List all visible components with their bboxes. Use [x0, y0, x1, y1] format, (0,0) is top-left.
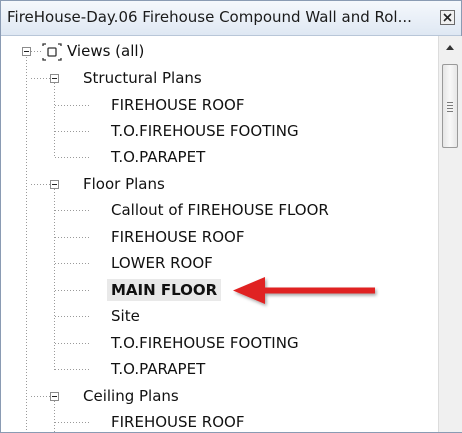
grip-line [447, 105, 453, 106]
close-button[interactable] [440, 10, 455, 25]
scroll-up-icon[interactable] [442, 40, 458, 56]
title-bar: FireHouse-Day.06 Firehouse Compound Wall… [1, 1, 461, 36]
project-browser-window: FireHouse-Day.06 Firehouse Compound Wall… [0, 0, 462, 433]
grip-line [447, 111, 453, 112]
grip-line [447, 108, 453, 109]
scrollbar-thumb[interactable] [442, 64, 458, 148]
vertical-scrollbar[interactable] [438, 36, 462, 432]
window-title: FireHouse-Day.06 Firehouse Compound Wall… [7, 8, 412, 26]
red-arrow-annotation [233, 277, 375, 304]
grip-line [447, 102, 453, 103]
close-icon [443, 13, 452, 22]
project-browser-tree: Views (all) Structural Plans FIREHOUSE R… [1, 36, 441, 432]
